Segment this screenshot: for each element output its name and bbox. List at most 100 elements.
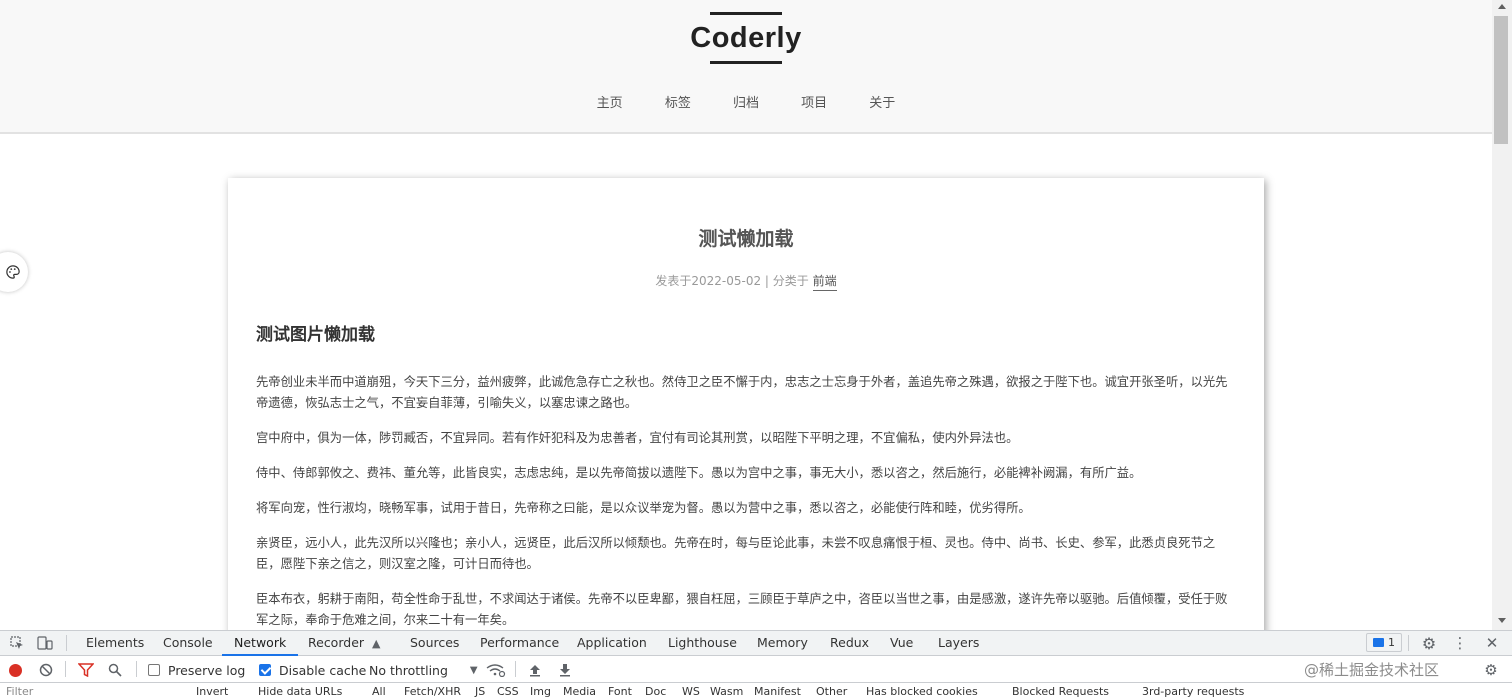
throttling-value: No throttling (369, 662, 448, 678)
filter-toggle[interactable] (78, 661, 94, 679)
record-icon (9, 663, 22, 677)
filter-wasm[interactable]: Wasm (710, 685, 743, 697)
site-logo[interactable]: Coderly (0, 12, 1492, 64)
site-header: Coderly 主页 标签 归档 项目 关于 (0, 0, 1492, 134)
tab-network[interactable]: Network (222, 631, 299, 656)
settings-gear-icon[interactable]: ⚙ (1420, 634, 1438, 653)
toolbar-separator (515, 661, 516, 677)
hide-data-urls-checkbox[interactable]: Hide data URLs (258, 685, 342, 697)
filter-icon (78, 663, 94, 677)
tab-separator (1408, 635, 1409, 651)
post-card: 测试懒加载 发表于2022-05-02 | 分类于 前端 测试图片懒加载 先帝创… (228, 178, 1264, 638)
post-paragraph: 将军向宠，性行淑均，晓畅军事，试用于昔日，先帝称之曰能，是以众议举宠为督。愚以为… (256, 501, 1031, 515)
inspect-element-icon[interactable] (8, 634, 26, 652)
devtools-panel: Elements Console Network Recorder ▲ Sour… (0, 630, 1512, 697)
preserve-log-box[interactable] (148, 664, 160, 676)
tab-console[interactable]: Console (163, 631, 213, 656)
post-paragraph: 侍中、侍郎郭攸之、费祎、董允等，此皆良实，志虑忠纯，是以先帝简拔以遗陛下。愚以为… (256, 466, 1142, 480)
nav-about[interactable]: 关于 (869, 92, 895, 111)
nav-home[interactable]: 主页 (597, 92, 623, 111)
toolbar-separator (65, 661, 66, 677)
network-settings-gear-icon[interactable]: ⚙ (1482, 661, 1500, 679)
search-icon (108, 663, 122, 677)
tab-application[interactable]: Application (577, 631, 647, 656)
invert-checkbox[interactable]: Invert (196, 685, 228, 697)
filter-other[interactable]: Other (816, 685, 847, 697)
post-paragraph: 臣本布衣，躬耕于南阳，苟全性命于乱世，不求闻达于诸侯。先帝不以臣卑鄙，猥自枉屈，… (256, 592, 1228, 627)
logo-bottom-line (710, 61, 782, 64)
main-nav: 主页 标签 归档 项目 关于 (0, 92, 1492, 111)
import-har-button[interactable] (528, 661, 542, 679)
tab-recorder[interactable]: Recorder ▲ (308, 631, 380, 656)
tab-redux[interactable]: Redux (830, 631, 869, 656)
device-toolbar-icon[interactable] (36, 634, 54, 652)
throttling-select[interactable]: No throttling ▼ (369, 661, 478, 679)
download-icon (560, 664, 570, 677)
tab-performance[interactable]: Performance (480, 631, 559, 656)
issues-count: 1 (1388, 636, 1395, 649)
post-paragraph: 亲贤臣，远小人，此先汉所以兴隆也；亲小人，远贤臣，此后汉所以倾颓也。先帝在时，每… (256, 536, 1216, 571)
tab-elements[interactable]: Elements (86, 631, 144, 656)
page-scrollbar[interactable] (1492, 0, 1512, 630)
search-button[interactable] (108, 661, 122, 679)
filter-img[interactable]: Img (530, 685, 551, 697)
dropdown-arrow-icon: ▼ (469, 664, 478, 676)
post-title[interactable]: 测试懒加载 (228, 224, 1264, 251)
filter-ws[interactable]: WS (682, 685, 700, 697)
filter-bar: Filter Invert Hide data URLs All Fetch/X… (0, 684, 1512, 697)
filter-css[interactable]: CSS (497, 685, 519, 697)
toolbar-separator (136, 661, 137, 677)
record-button[interactable] (9, 661, 22, 679)
flask-icon: ▲ (372, 637, 381, 650)
third-party-requests-checkbox[interactable]: 3rd-party requests (1142, 685, 1244, 697)
tab-sources[interactable]: Sources (410, 631, 459, 656)
scroll-down-icon[interactable] (1498, 618, 1506, 623)
post-body: 测试图片懒加载 先帝创业未半而中道崩殂，今天下三分，益州疲弊，此诚危急存亡之秋也… (256, 320, 1236, 645)
blocked-requests-checkbox[interactable]: Blocked Requests (1012, 685, 1109, 697)
message-icon (1373, 638, 1384, 647)
tab-vue[interactable]: Vue (890, 631, 913, 656)
preserve-log-checkbox[interactable]: Preserve log (148, 661, 245, 679)
logo-text[interactable]: Coderly (0, 15, 1492, 61)
watermark: @稀土掘金技术社区 (1304, 661, 1440, 679)
tab-lighthouse[interactable]: Lighthouse (668, 631, 737, 656)
wifi-settings-icon (486, 664, 506, 677)
scroll-thumb[interactable] (1494, 16, 1508, 144)
disable-cache-checkbox[interactable]: Disable cache (259, 661, 366, 679)
nav-projects[interactable]: 项目 (801, 92, 827, 111)
tab-separator (66, 635, 67, 651)
post-meta: 发表于2022-05-02 | 分类于 前端 (228, 272, 1264, 291)
post-category-link[interactable]: 前端 (812, 274, 837, 291)
clear-icon (39, 663, 53, 677)
network-conditions-button[interactable] (486, 661, 506, 679)
nav-tags[interactable]: 标签 (665, 92, 691, 111)
disable-cache-box[interactable] (259, 664, 271, 676)
nav-archives[interactable]: 归档 (733, 92, 759, 111)
filter-all[interactable]: All (372, 685, 386, 697)
filter-manifest[interactable]: Manifest (754, 685, 801, 697)
clear-button[interactable] (39, 661, 53, 679)
preserve-log-label: Preserve log (168, 662, 246, 678)
filter-input[interactable]: Filter (6, 685, 33, 697)
filter-doc[interactable]: Doc (645, 685, 666, 697)
filter-js[interactable]: JS (475, 685, 485, 697)
post-meta-text: 发表于2022-05-02 | 分类于 (655, 274, 809, 288)
disable-cache-label: Disable cache (279, 662, 367, 678)
export-har-button[interactable] (558, 661, 572, 679)
palette-icon (6, 265, 20, 279)
more-options-icon[interactable]: ⋮ (1451, 634, 1469, 652)
tab-layers[interactable]: Layers (938, 631, 979, 656)
tab-recorder-label: Recorder (308, 635, 365, 650)
filter-font[interactable]: Font (608, 685, 632, 697)
filter-media[interactable]: Media (563, 685, 596, 697)
has-blocked-cookies-checkbox[interactable]: Has blocked cookies (866, 685, 978, 697)
tab-memory[interactable]: Memory (757, 631, 808, 656)
issues-badge[interactable]: 1 (1366, 633, 1402, 652)
scroll-up-icon[interactable] (1498, 4, 1506, 9)
devtools-tab-bar: Elements Console Network Recorder ▲ Sour… (0, 631, 1512, 656)
close-icon[interactable]: ✕ (1483, 634, 1501, 652)
network-toolbar: Preserve log Disable cache No throttling… (0, 657, 1512, 683)
filter-fetch-xhr[interactable]: Fetch/XHR (404, 685, 461, 697)
palette-button[interactable] (0, 252, 28, 292)
post-paragraph: 宫中府中，俱为一体，陟罚臧否，不宜异同。若有作奸犯科及为忠善者，宜付有司论其刑赏… (256, 431, 1019, 445)
